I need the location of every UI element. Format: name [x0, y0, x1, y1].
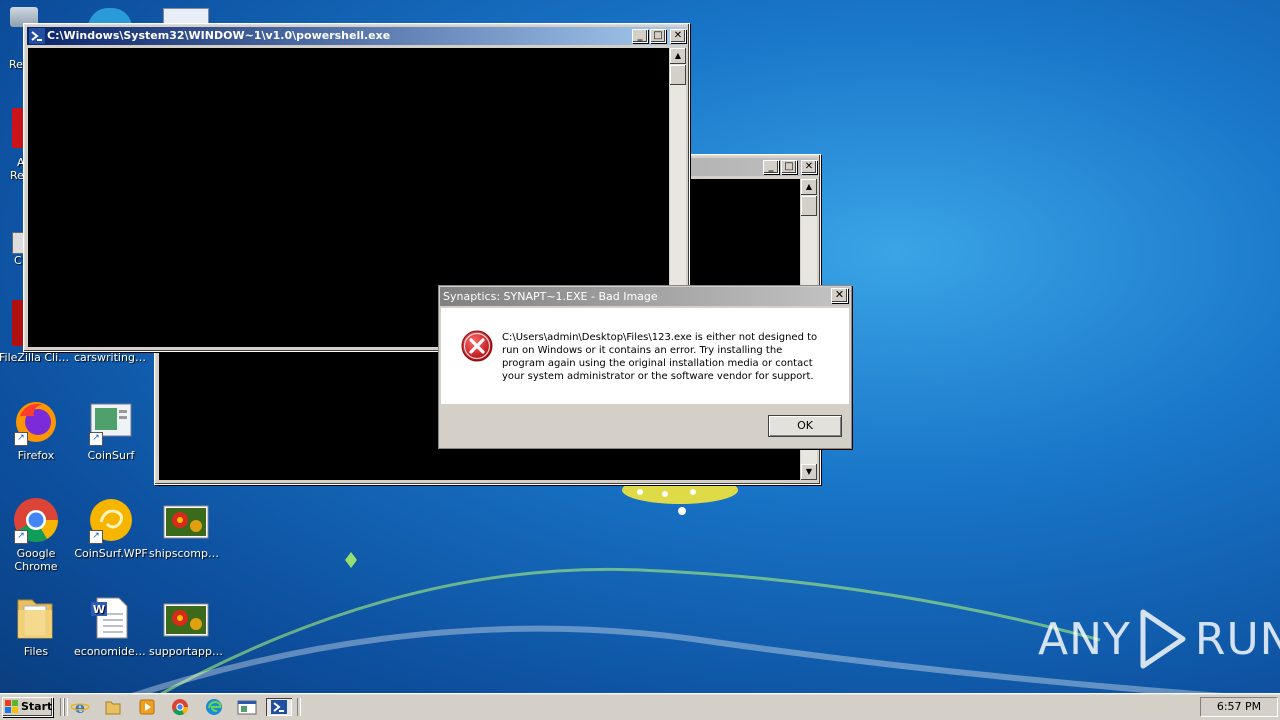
desktop-icon-label: Google Chrome: [14, 547, 58, 573]
taskbar-separator: [297, 698, 301, 716]
desktop-icon-label: carswriting.rtf: [74, 351, 148, 364]
desktop-icon-label: Files: [23, 645, 49, 658]
anyrun-watermark: ANY RUN: [1038, 608, 1280, 670]
window-icon[interactable]: [234, 698, 260, 716]
dialog-title: Synaptics: SYNAPT~1.EXE - Bad Image: [443, 290, 658, 303]
dialog-body: C:\Users\admin\Desktop\Files\123.exe is …: [441, 308, 849, 404]
desktop-icon-economidef[interactable]: W economidef...: [74, 594, 148, 658]
image-file-icon: [162, 496, 210, 544]
folder-icon: [12, 594, 60, 642]
dialog-titlebar[interactable]: Synaptics: SYNAPT~1.EXE - Bad Image: [440, 287, 850, 306]
ccleaner-label: C: [14, 254, 22, 267]
desktop-icon-label: supportappr...: [149, 645, 223, 658]
start-label: Start: [21, 700, 53, 713]
desktop-icon-label: CoinSurf: [87, 449, 135, 462]
firefox-icon: ↗: [12, 398, 60, 446]
powershell-title: C:\Windows\System32\WINDOW~1\v1.0\powers…: [47, 29, 391, 42]
desktop-icon-supportappr[interactable]: supportappr...: [149, 594, 223, 658]
watermark-right-text: RUN: [1194, 613, 1280, 665]
dialog-close-button[interactable]: ✕: [831, 288, 848, 303]
ok-button[interactable]: OK: [768, 415, 842, 437]
desktop-icon-label: economidef...: [74, 645, 148, 658]
scroll-thumb[interactable]: [670, 65, 686, 85]
scroll-down-button[interactable]: ▼: [801, 464, 817, 480]
chrome-icon: ↗: [12, 496, 60, 544]
desktop-icon-chrome[interactable]: ↗ Google Chrome: [0, 496, 73, 573]
ie-icon[interactable]: e: [70, 698, 90, 717]
minimize-button[interactable]: _: [632, 29, 648, 43]
scroll-thumb[interactable]: [801, 196, 817, 216]
play-logo-icon: [1140, 609, 1186, 669]
scroll-up-button[interactable]: ▲: [801, 179, 817, 195]
windows-logo-icon: [5, 700, 19, 714]
desktop-icon-label: CoinSurf.WPF: [74, 547, 148, 560]
dialog-message: C:\Users\admin\Desktop\Files\123.exe is …: [502, 332, 818, 382]
desktop-icon-filezilla[interactable]: FileZilla Client: [0, 351, 73, 364]
close-button[interactable]: ✕: [801, 160, 817, 174]
svg-text:W: W: [93, 603, 105, 616]
edge-icon[interactable]: [204, 698, 224, 716]
taskbar: Start e 6:57 PM: [0, 693, 1280, 720]
desktop-icon-firefox[interactable]: ↗ Firefox: [0, 398, 73, 462]
desktop-icon-label: FileZilla Client: [0, 351, 73, 364]
coinsurf-icon: ↗: [87, 398, 135, 446]
watermark-left-text: ANY: [1038, 613, 1131, 665]
minimize-button[interactable]: _: [763, 160, 779, 174]
start-button[interactable]: Start: [2, 697, 53, 717]
scroll-up-button[interactable]: ▲: [670, 48, 686, 64]
media-player-icon[interactable]: [137, 698, 157, 716]
desktop-icon-coinsurf-wpf[interactable]: ↗ CoinSurf.WPF: [74, 496, 148, 560]
maximize-button[interactable]: □: [781, 160, 797, 174]
maximize-button[interactable]: □: [650, 29, 666, 43]
taskbar-separator: [64, 698, 68, 716]
desktop-icon-label: Firefox: [17, 449, 55, 462]
word-document-icon: W: [87, 594, 135, 642]
error-icon: [461, 330, 493, 362]
desktop-icon-shipscompa[interactable]: shipscompa...: [149, 496, 223, 560]
powershell-titlebar[interactable]: C:\Windows\System32\WINDOW~1\v1.0\powers…: [27, 27, 686, 45]
powershell-taskbar-button[interactable]: [266, 698, 292, 716]
powershell-icon: [29, 28, 45, 44]
desktop-icon-coinsurf[interactable]: ↗ CoinSurf: [74, 398, 148, 462]
recycle-bin-label: Re: [9, 58, 23, 71]
close-button[interactable]: ✕: [670, 29, 686, 43]
chrome-icon[interactable]: [170, 698, 190, 716]
coinsurf-wpf-icon: ↗: [87, 496, 135, 544]
desktop-icon-files[interactable]: Files: [0, 594, 73, 658]
desktop-icon-label: shipscompa...: [149, 547, 223, 560]
svg-text:e: e: [75, 698, 85, 716]
acrobat-label-re: Re: [10, 169, 24, 182]
explorer-icon[interactable]: [103, 698, 123, 716]
bad-image-dialog[interactable]: Synaptics: SYNAPT~1.EXE - Bad Image ✕ C:…: [438, 285, 852, 449]
system-clock[interactable]: 6:57 PM: [1200, 697, 1278, 717]
desktop-icon-carswriting[interactable]: carswriting.rtf: [74, 351, 148, 364]
image-file-icon: [162, 594, 210, 642]
